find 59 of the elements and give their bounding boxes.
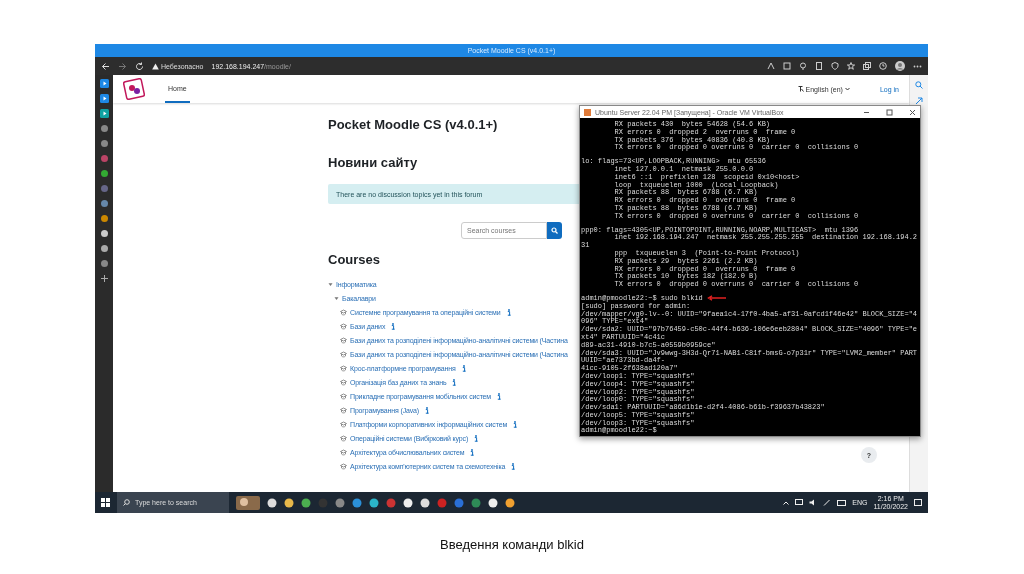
slide-caption: Введення команди blkid	[439, 537, 585, 552]
taskbar-app-icon[interactable]	[505, 497, 515, 508]
info-icon[interactable]	[470, 448, 475, 456]
taskbar-app-icon[interactable]	[267, 497, 277, 508]
course-icon[interactable]	[340, 322, 347, 330]
search-icon[interactable]	[915, 81, 923, 89]
shield-icon[interactable]	[831, 62, 839, 70]
info-icon[interactable]	[391, 322, 396, 330]
taskbar-app-icon[interactable]	[236, 495, 260, 510]
caret-icon[interactable]	[328, 281, 333, 287]
close-icon[interactable]	[909, 108, 916, 116]
warning-icon[interactable]	[152, 62, 159, 70]
course-icon[interactable]	[340, 364, 347, 372]
info-icon[interactable]	[461, 364, 466, 372]
collections-icon[interactable]	[863, 62, 871, 70]
search-button[interactable]	[547, 222, 562, 239]
windows-start-icon[interactable]	[101, 498, 110, 507]
courses-heading: Courses	[328, 252, 382, 268]
course-icon[interactable]	[340, 308, 347, 316]
history-icon[interactable]	[879, 62, 887, 70]
course-icon[interactable]	[340, 392, 347, 400]
taskbar-app-icon[interactable]	[488, 497, 498, 508]
maximize-icon[interactable]	[886, 108, 893, 116]
taskbar-app-icon[interactable]	[369, 497, 379, 508]
more-icon[interactable]	[913, 64, 922, 68]
add-icon[interactable]	[99, 274, 109, 283]
course-icon[interactable]	[340, 378, 347, 386]
info-icon[interactable]	[511, 462, 516, 470]
back-icon[interactable]	[101, 61, 110, 71]
site-title: Pocket Moodle CS (v4.0.1+)	[328, 117, 499, 133]
course-icon[interactable]	[340, 350, 347, 358]
course-icon[interactable]	[340, 462, 347, 470]
bulb-icon[interactable]	[799, 62, 807, 70]
site-logo[interactable]	[123, 78, 145, 100]
star-icon[interactable]	[847, 62, 855, 70]
news-heading: Новини сайту	[328, 155, 419, 171]
taskbar-app-icon[interactable]	[301, 497, 311, 508]
info-icon[interactable]	[474, 434, 479, 442]
info-icon[interactable]	[452, 378, 457, 386]
taskbar-app-icon[interactable]	[284, 497, 294, 508]
chevron-up-icon[interactable]	[783, 500, 790, 505]
taskbar-app-icon[interactable]	[420, 497, 430, 508]
info-icon[interactable]	[425, 406, 429, 414]
course-icon[interactable]	[340, 420, 347, 428]
refresh-icon[interactable]	[135, 61, 144, 71]
course-icon[interactable]	[340, 434, 347, 442]
taskbar-app-icon[interactable]	[403, 497, 413, 508]
language-icon[interactable]	[797, 86, 804, 92]
forward-icon[interactable]	[118, 61, 127, 71]
profile-avatar[interactable]	[895, 61, 905, 71]
course-icon[interactable]	[340, 336, 347, 344]
caret-icon[interactable]	[334, 295, 339, 301]
caret-icon[interactable]	[844, 87, 850, 91]
course-icon[interactable]	[340, 448, 347, 456]
info-icon[interactable]	[497, 392, 501, 400]
course-icon[interactable]	[340, 406, 347, 414]
virtualbox-icon[interactable]	[584, 108, 591, 116]
info-icon[interactable]	[513, 420, 518, 428]
info-icon[interactable]	[506, 308, 511, 316]
